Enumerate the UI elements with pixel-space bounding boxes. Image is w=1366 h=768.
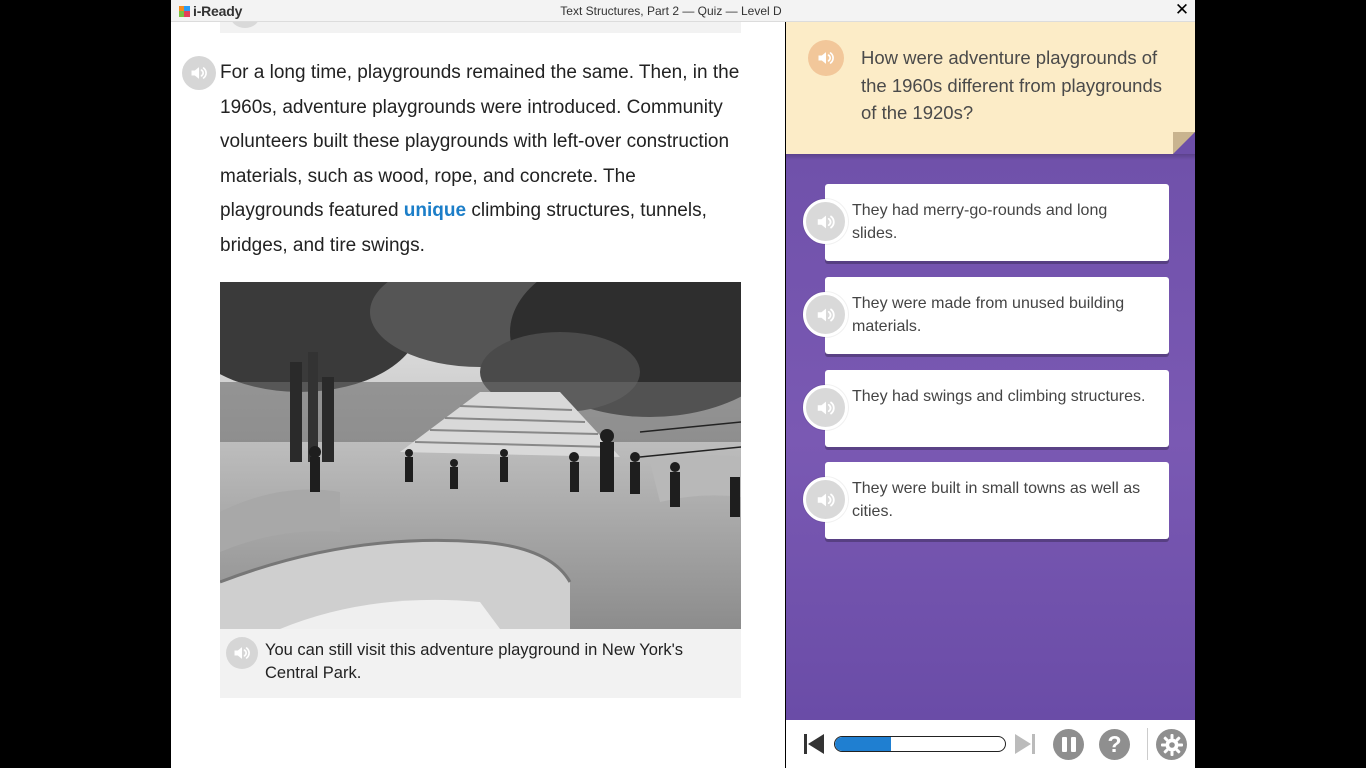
speaker-icon [817,493,835,506]
playground-photo-image [220,282,741,629]
question-text: How were adventure playgrounds of the 19… [861,47,1162,123]
speaker-icon [818,52,834,64]
answer-option-1[interactable]: They had merry-go-rounds and long slides… [803,184,1169,261]
answer-option-4[interactable]: They were built in small towns as well a… [803,462,1169,539]
answer-2-audio-button[interactable] [803,292,848,337]
controls-divider [1147,728,1148,760]
speaker-icon [817,401,835,414]
pause-button[interactable] [1053,729,1084,760]
previous-audio-stub [230,22,260,28]
answer-2-text: They were made from unused building mate… [852,295,1125,335]
answer-1-audio-button[interactable] [803,199,848,244]
skip-forward-icon [1015,734,1035,754]
speaker-icon [817,308,835,321]
back-button[interactable] [803,732,825,756]
speaker-icon [191,67,207,79]
pause-icon [1061,737,1076,752]
answer-option-2[interactable]: They were made from unused building mate… [803,277,1169,354]
caption-text: You can still visit this adventure playg… [265,641,684,682]
speaker-icon [234,647,250,659]
forward-button[interactable] [1014,732,1036,756]
skip-back-icon [804,734,824,754]
vocab-word-unique[interactable]: unique [404,200,466,221]
previous-section-remnant [220,22,741,33]
photo-caption: You can still visit this adventure playg… [220,629,741,698]
answer-4-text: They were built in small towns as well a… [852,480,1141,520]
settings-button[interactable] [1156,729,1187,760]
answer-option-3[interactable]: They had swings and climbing structures. [803,370,1169,447]
passage-audio-button[interactable] [182,56,216,90]
gear-icon [1160,733,1183,756]
help-button[interactable]: ? [1099,729,1130,760]
answer-3-audio-button[interactable] [803,385,848,430]
title-bar: i-Ready Text Structures, Part 2 — Quiz —… [171,0,1195,22]
passage-text-before: For a long time, playgrounds remained th… [220,62,740,221]
adventure-playground-photo [220,282,741,629]
progress-bar [834,736,1006,752]
progress-fill [835,737,892,751]
caption-audio-button[interactable] [226,637,258,669]
question-card-shadow [786,154,1195,160]
answer-4-audio-button[interactable] [803,477,848,522]
answer-1-text: They had merry-go-rounds and long slides… [852,202,1108,242]
speaker-icon [817,215,835,228]
playback-controls: ? [786,720,1195,768]
question-panel: How were adventure playgrounds of the 19… [786,22,1195,720]
page-fold-cut [1173,132,1195,154]
passage-paragraph: For a long time, playgrounds remained th… [220,56,740,263]
window-title: Text Structures, Part 2 — Quiz — Level D [560,4,782,18]
answer-3-text: They had swings and climbing structures. [852,388,1146,405]
close-button[interactable]: ✕ [1173,0,1191,22]
question-audio-button[interactable] [808,40,844,76]
question-card: How were adventure playgrounds of the 19… [786,22,1195,154]
reading-pane[interactable]: For a long time, playgrounds remained th… [171,22,785,768]
